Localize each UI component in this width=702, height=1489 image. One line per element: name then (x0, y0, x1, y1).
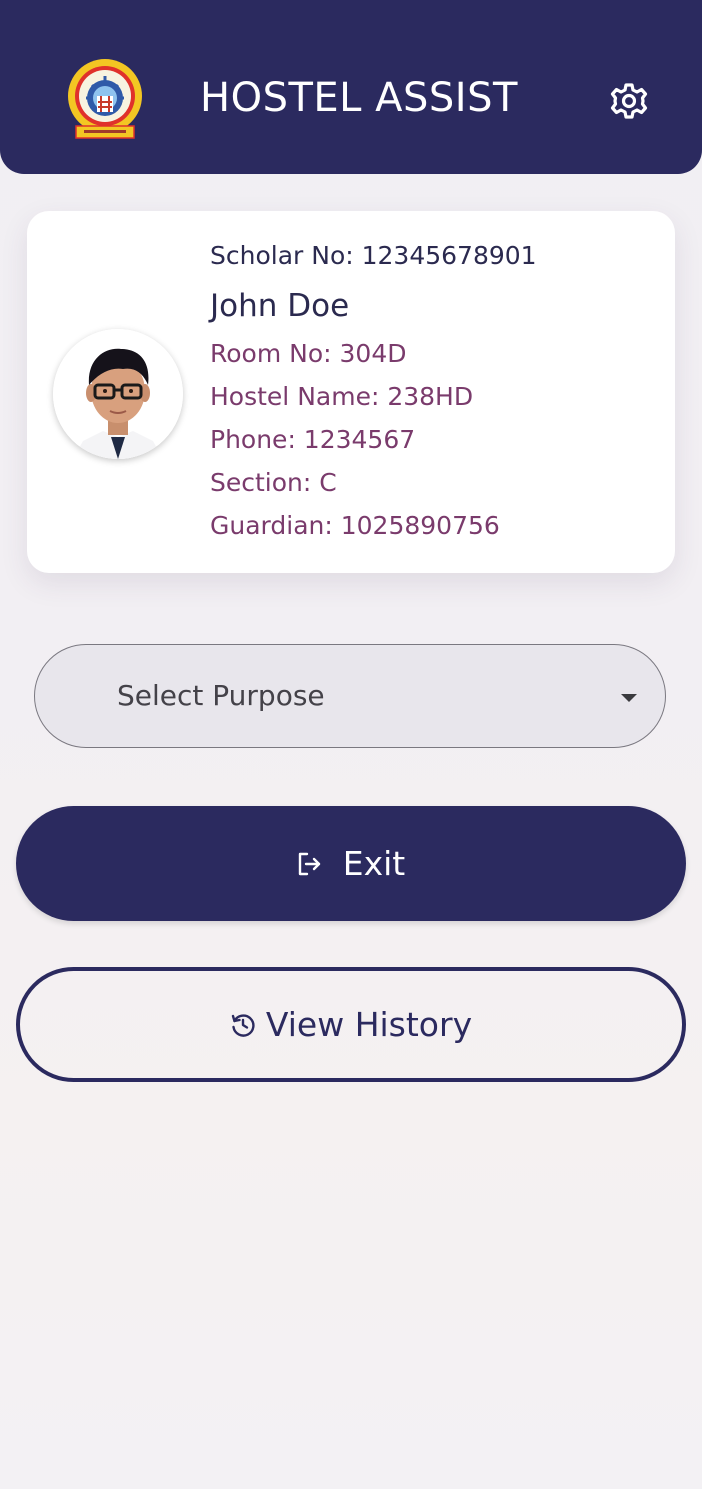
purpose-placeholder: Select Purpose (117, 679, 325, 712)
exit-button-label: Exit (342, 844, 406, 883)
section: Section: C (210, 468, 337, 497)
scholar-number: Scholar No: 12345678901 (210, 241, 537, 270)
room-number: Room No: 304D (210, 339, 407, 368)
view-history-label: View History (265, 1005, 473, 1044)
purpose-dropdown[interactable]: Select Purpose (34, 644, 666, 748)
guardian-number: Guardian: 1025890756 (210, 511, 500, 540)
app-title: HOSTEL ASSIST (200, 75, 518, 121)
exit-button[interactable]: Exit (16, 806, 686, 921)
profile-card: Scholar No: 12345678901 John Doe Room No… (27, 211, 675, 573)
caret-down-icon (621, 694, 637, 702)
history-icon (231, 1013, 255, 1037)
student-avatar (53, 329, 183, 459)
student-name: John Doe (210, 288, 350, 324)
phone-number: Phone: 1234567 (210, 425, 416, 454)
institute-logo (64, 58, 146, 140)
app-header: HOSTEL ASSIST (0, 0, 702, 174)
exit-icon (298, 852, 320, 875)
hostel-name: Hostel Name: 238HD (210, 382, 474, 411)
gear-icon[interactable] (610, 82, 648, 120)
view-history-button[interactable]: View History (16, 967, 686, 1082)
